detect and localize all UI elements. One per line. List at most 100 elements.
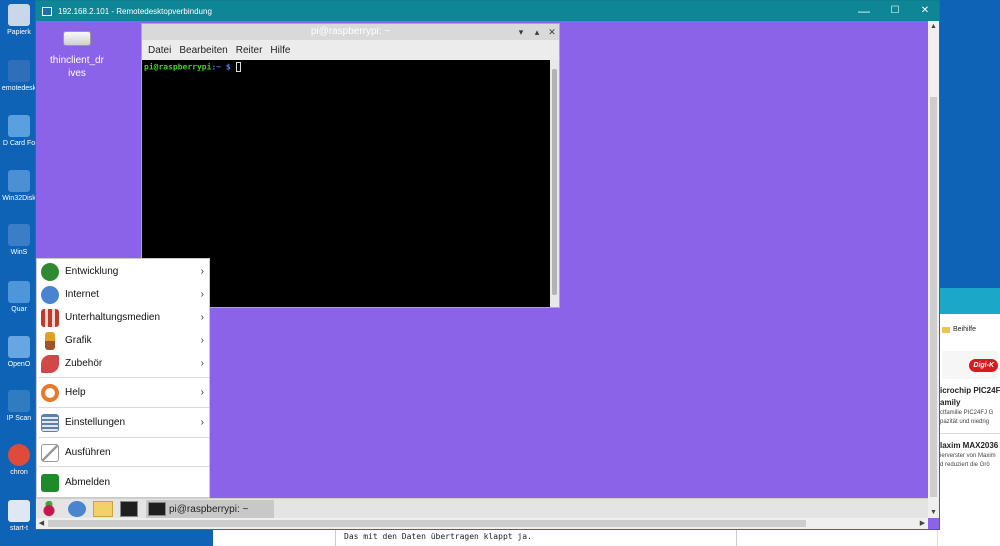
- news-item-title[interactable]: laxim MAX2036: [938, 440, 1000, 452]
- chevron-right-icon: ›: [200, 358, 204, 369]
- thinclient-drives-icon[interactable]: thinclient_drives: [44, 27, 110, 80]
- taskbar-terminal-task[interactable]: pi@raspberrypi: ~: [146, 500, 274, 518]
- menu-item-unterhaltungsmedien[interactable]: Unterhaltungsmedien ›: [37, 306, 209, 329]
- remote-desktop-icon: [8, 60, 30, 82]
- rdp-horizontal-scrollbar[interactable]: ◀ ▶: [36, 518, 928, 529]
- file-manager-icon[interactable]: [93, 501, 113, 517]
- desktop-icon-sd-card[interactable]: D Card Fo: [0, 115, 38, 147]
- drive-icon-label: thinclient_drives: [50, 55, 104, 79]
- menu-bearbeiten[interactable]: Bearbeiten: [179, 45, 227, 56]
- desktop-icon-quartus[interactable]: Quar: [0, 281, 38, 313]
- start-menu: Entwicklung › Internet › Unterhaltungsmedi…: [36, 258, 210, 498]
- chevron-right-icon: ›: [200, 266, 204, 277]
- scroll-right-arrow[interactable]: ▶: [917, 518, 928, 529]
- news-item-title[interactable]: icrochip PIC24F: [938, 385, 1000, 397]
- quartus-icon: [8, 281, 30, 303]
- maximize-button[interactable]: ☐: [879, 1, 911, 21]
- browser-header-bar: [938, 288, 1000, 314]
- news-item-text: ierverster von Maxim: [940, 453, 996, 459]
- rdp-vertical-scrollbar-thumb[interactable]: [930, 97, 937, 497]
- menu-item-internet[interactable]: Internet ›: [37, 283, 209, 306]
- background-browser-page: Beihilfe Digi-K icrochip PIC24F amily ct…: [937, 288, 1000, 546]
- menu-item-label: Ausführen: [65, 447, 111, 458]
- menu-datei[interactable]: Datei: [148, 45, 171, 56]
- openoffice-icon: [8, 336, 30, 358]
- terminal-title-bar[interactable]: pi@raspberrypi: ~ ▾ ▴ ✕: [142, 24, 559, 40]
- menu-item-entwicklung[interactable]: Entwicklung ›: [37, 260, 209, 283]
- desktop-icon-start-tool[interactable]: start-t: [0, 500, 38, 532]
- menu-item-label: Entwicklung: [65, 266, 119, 277]
- terminal-scrollbar-thumb[interactable]: [552, 69, 557, 295]
- terminal-minimize-button[interactable]: ▾: [514, 24, 528, 40]
- menu-reiter[interactable]: Reiter: [236, 45, 263, 56]
- start-tool-icon: [8, 500, 30, 522]
- recycle-bin-icon: [8, 4, 30, 26]
- desktop-icon-label: chron: [10, 469, 28, 476]
- scroll-left-arrow[interactable]: ◀: [36, 518, 47, 529]
- terminal-maximize-button[interactable]: ▴: [530, 24, 544, 40]
- menu-divider: [39, 407, 209, 408]
- chevron-right-icon: ›: [200, 289, 204, 300]
- desktop-icon-ip-scanner[interactable]: IP Scan: [0, 390, 38, 422]
- desktop-icon-chrome[interactable]: chron: [0, 444, 38, 476]
- desktop-icon-winscp[interactable]: WinS: [0, 224, 38, 256]
- menu-item-grafik[interactable]: Grafik ›: [37, 329, 209, 352]
- sd-card-icon: [8, 115, 30, 137]
- desktop-icon-recycle-bin[interactable]: Papierk: [0, 4, 38, 36]
- text-cursor: [235, 62, 241, 72]
- rdp-vertical-scrollbar[interactable]: ▲ ▼: [928, 21, 939, 518]
- desktop-icon-label: start-t: [10, 525, 28, 532]
- desktop-icon-label: Win32Disk: [2, 195, 36, 202]
- desktop-icon-openoffice[interactable]: OpenO: [0, 336, 38, 368]
- chrome-icon: [8, 444, 30, 466]
- menu-item-label: Help: [65, 387, 86, 398]
- settings-icon: [41, 413, 59, 432]
- remote-desktop-window[interactable]: 192.168.2.101 - Remotedesktopverbindung …: [35, 0, 940, 530]
- terminal-launcher-icon[interactable]: [120, 501, 138, 517]
- menu-item-ausfuehren[interactable]: Ausführen: [37, 441, 209, 464]
- terminal-icon: [148, 502, 166, 516]
- menu-item-abmelden[interactable]: Abmelden: [37, 471, 209, 494]
- news-item-text: d reduziert die Grö: [940, 462, 990, 468]
- news-item-title[interactable]: amily: [938, 397, 1000, 409]
- raspberry-pi-desktop: thinclient_drives pi@raspberrypi: ~ ▾ ▴ …: [36, 21, 928, 518]
- terminal-close-button[interactable]: ✕: [545, 24, 559, 40]
- menu-item-einstellungen[interactable]: Einstellungen ›: [37, 411, 209, 434]
- raspberry-menu-icon[interactable]: [40, 501, 58, 517]
- background-forum-text: Das mit den Daten übertragen klappt ja.: [335, 528, 737, 546]
- desktop-icon-remote-desktop[interactable]: emotedesk: [0, 60, 38, 92]
- win32disk-icon: [8, 170, 30, 192]
- rdp-horizontal-scrollbar-thumb[interactable]: [48, 520, 806, 527]
- menu-item-zubehoer[interactable]: Zubehör ›: [37, 352, 209, 375]
- terminal-title: pi@raspberrypi: ~: [310, 26, 391, 37]
- news-item-text: ctfamilie PIC24FJ G: [940, 410, 994, 416]
- scroll-down-arrow[interactable]: ▼: [928, 507, 939, 518]
- logout-icon: [41, 473, 59, 492]
- minimize-button[interactable]: —: [848, 1, 880, 21]
- menu-divider: [39, 437, 209, 438]
- menu-item-label: Unterhaltungsmedien: [65, 312, 161, 323]
- multimedia-icon: [41, 308, 59, 327]
- breadcrumb[interactable]: Beihilfe: [938, 314, 1000, 341]
- menu-item-label: Zubehör: [65, 358, 103, 369]
- menu-item-label: Einstellungen: [65, 417, 126, 428]
- terminal-menu-bar: Datei Bearbeiten Reiter Hilfe: [142, 40, 559, 60]
- menu-item-label: Internet: [65, 289, 99, 300]
- desktop-icon-label: D Card Fo: [2, 140, 36, 147]
- advertisement-banner[interactable]: Digi-K: [942, 351, 998, 379]
- drive-icon: [63, 31, 91, 46]
- scroll-up-arrow[interactable]: ▲: [928, 21, 939, 32]
- rdp-title-bar[interactable]: 192.168.2.101 - Remotedesktopverbindung …: [36, 1, 939, 21]
- web-browser-icon[interactable]: [68, 501, 86, 517]
- desktop-icon-win32disk[interactable]: Win32Disk: [0, 170, 38, 202]
- background-page-strip: [737, 528, 937, 546]
- menu-hilfe[interactable]: Hilfe: [270, 45, 290, 56]
- news-item-text: pazität und niedrig: [940, 419, 990, 425]
- menu-divider: [39, 377, 209, 378]
- menu-item-help[interactable]: Help ›: [37, 381, 209, 404]
- globe-icon: [41, 285, 59, 304]
- close-button[interactable]: ✕: [909, 1, 939, 21]
- rdp-window-title: 192.168.2.101 - Remotedesktopverbindung: [58, 6, 212, 16]
- chevron-right-icon: ›: [200, 312, 204, 323]
- terminal-scrollbar[interactable]: [550, 60, 559, 307]
